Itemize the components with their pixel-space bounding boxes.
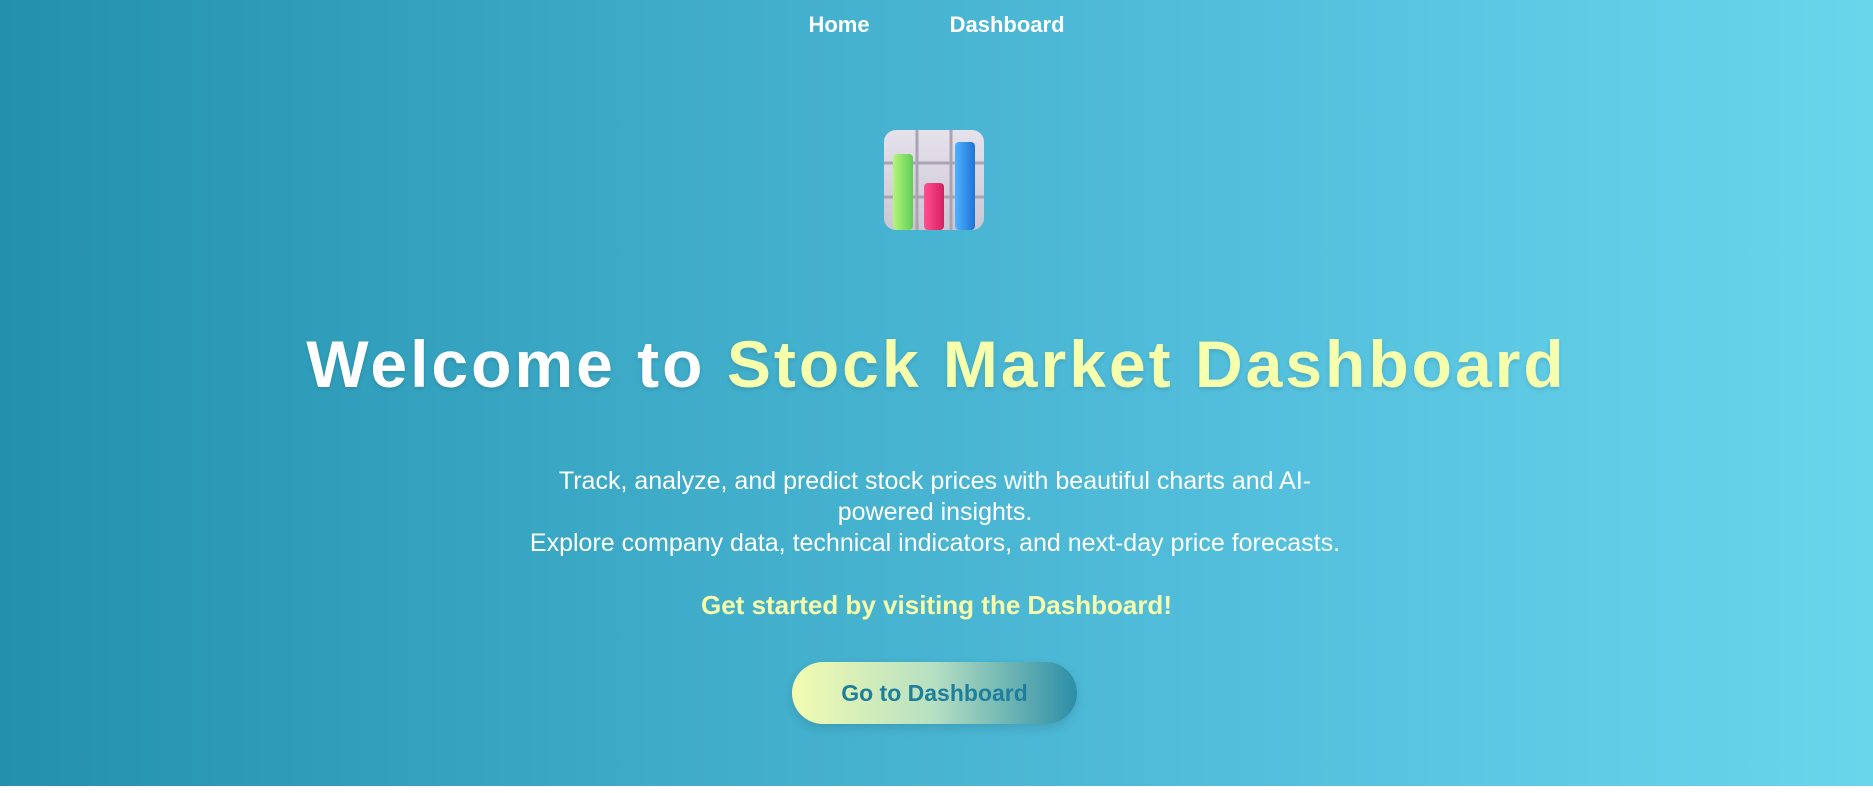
nav-home-link[interactable]: Home xyxy=(808,12,869,38)
title-prefix: Welcome to xyxy=(306,327,727,401)
nav-dashboard-link[interactable]: Dashboard xyxy=(950,12,1065,38)
top-nav: Home Dashboard xyxy=(0,0,1873,50)
description-line-1: Track, analyze, and predict stock prices… xyxy=(558,467,1312,526)
description-line-2: Explore company data, technical indicato… xyxy=(529,529,1341,557)
cta-text: Get started by visiting the Dashboard! xyxy=(701,590,1172,620)
go-to-dashboard-button[interactable]: Go to Dashboard xyxy=(792,662,1077,724)
page-title: Welcome to Stock Market Dashboard xyxy=(0,326,1873,402)
bar-chart-icon xyxy=(884,130,984,230)
hero-description: Track, analyze, and predict stock prices… xyxy=(520,466,1350,559)
landing-page: Home Dashboard Welcome to Stock Market D… xyxy=(0,0,1873,786)
title-accent: Stock Market Dashboard xyxy=(726,327,1567,401)
